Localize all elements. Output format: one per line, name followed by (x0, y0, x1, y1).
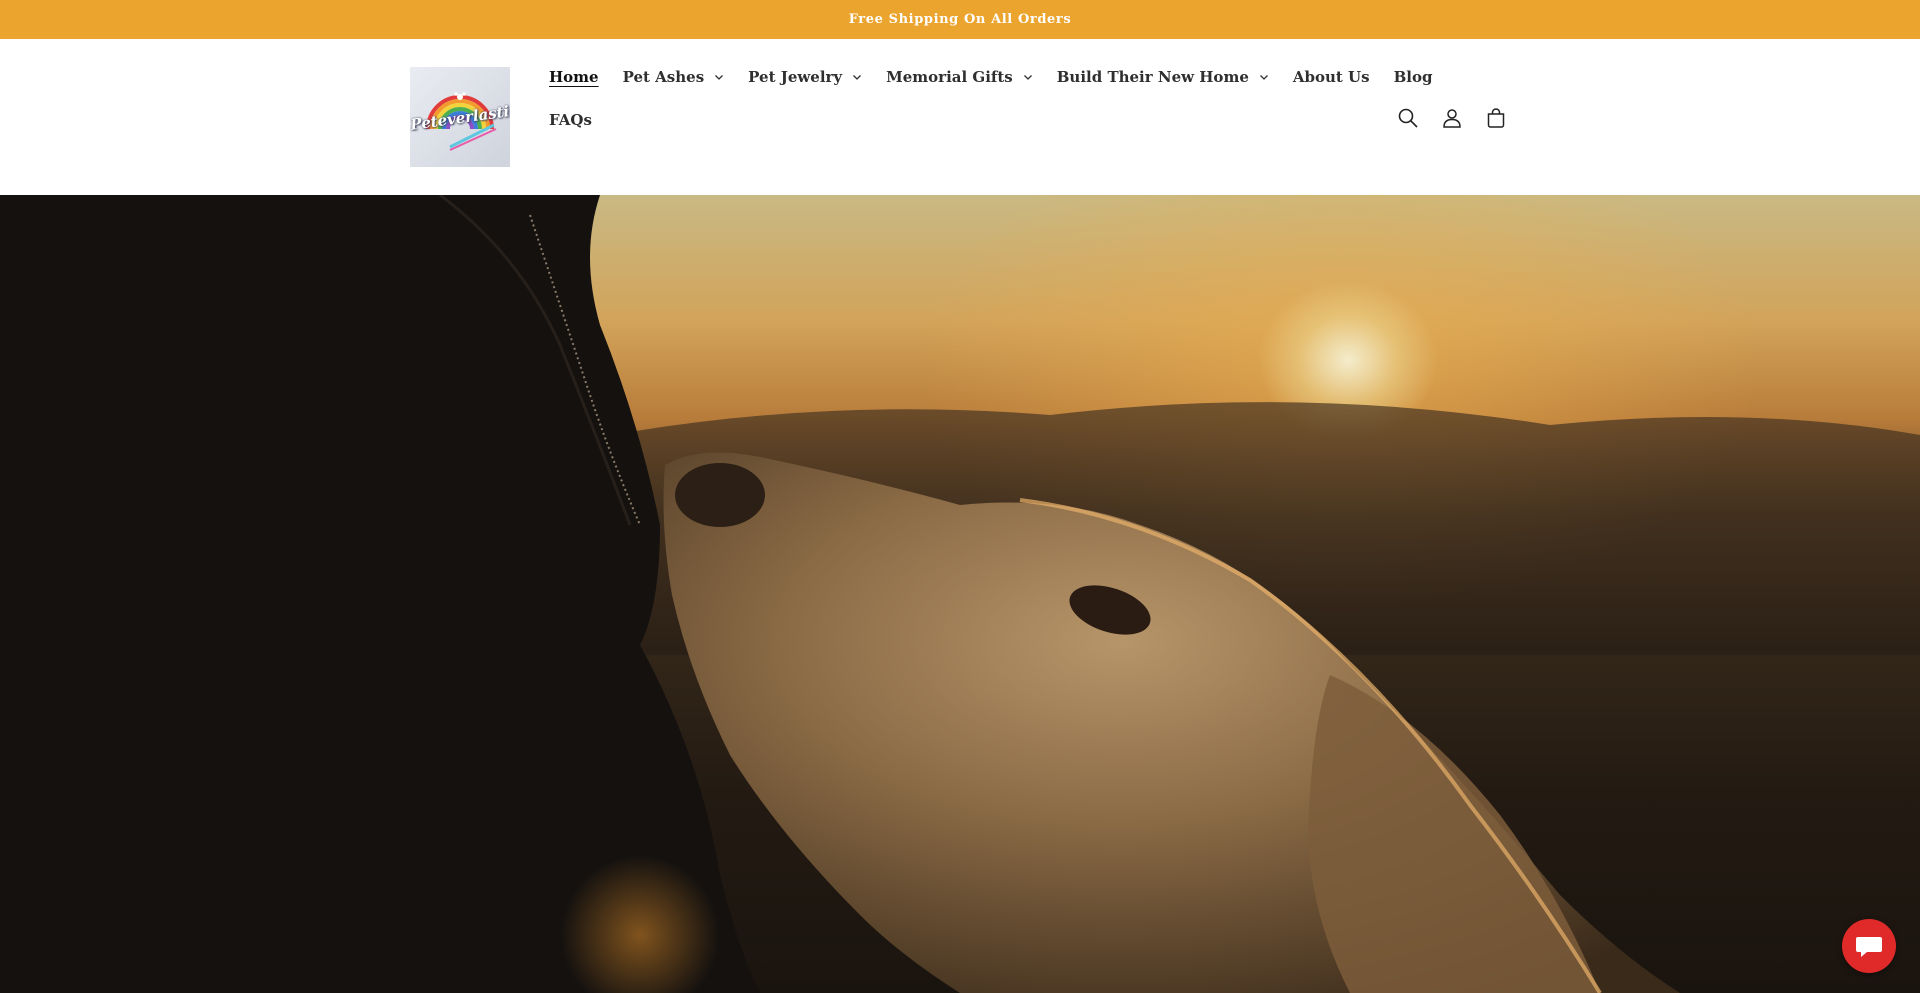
nav-item-pet-jewelry[interactable]: Pet Jewelry (748, 68, 862, 86)
nav-item-label: About Us (1292, 67, 1370, 86)
nav-item-label: Blog (1393, 67, 1433, 86)
nav-item-label: Memorial Gifts (886, 67, 1013, 86)
nav-item-memorial-gifts[interactable]: Memorial Gifts (886, 68, 1033, 86)
site-header: Peteverlasting Home Pet Ashes Pet Jewelr… (0, 39, 1920, 195)
chevron-down-icon (853, 74, 862, 80)
nav-item-label: FAQs (549, 110, 592, 129)
announcement-bar: Free Shipping On All Orders (0, 0, 1920, 39)
main-nav: Home Pet Ashes Pet Jewelry Memorial Gift… (549, 59, 1456, 145)
nav-item-pet-ashes[interactable]: Pet Ashes (623, 68, 725, 86)
hero-image (0, 195, 1920, 993)
nav-item-about-us[interactable]: About Us (1293, 68, 1370, 86)
cart-button[interactable] (1474, 103, 1518, 133)
chevron-down-icon (715, 74, 724, 80)
nav-item-home[interactable]: Home (549, 68, 599, 86)
hero-banner (0, 195, 1920, 993)
nav-row-1: Home Pet Ashes Pet Jewelry Memorial Gift… (549, 59, 1456, 94)
nav-item-label: Home (549, 67, 599, 86)
nav-row-2: FAQs (549, 102, 1456, 137)
search-button[interactable] (1386, 103, 1430, 133)
nav-item-label: Pet Ashes (622, 67, 705, 86)
search-icon (1398, 108, 1418, 128)
nav-item-build-their-new-home[interactable]: Build Their New Home (1057, 68, 1269, 86)
brand-logo[interactable]: Peteverlasting (410, 67, 510, 167)
header-icons (1386, 103, 1518, 133)
account-button[interactable] (1430, 103, 1474, 133)
cart-icon (1487, 108, 1505, 128)
nav-item-faqs[interactable]: FAQs (549, 111, 592, 129)
nav-item-label: Pet Jewelry (748, 67, 843, 86)
chat-bubble-icon (1856, 937, 1882, 957)
nav-item-label: Build Their New Home (1056, 67, 1249, 86)
chevron-down-icon (1023, 74, 1032, 80)
nav-item-blog[interactable]: Blog (1394, 68, 1433, 86)
announcement-text: Free Shipping On All Orders (848, 12, 1072, 27)
chat-button[interactable] (1842, 919, 1896, 973)
account-icon (1443, 109, 1461, 128)
chevron-down-icon (1259, 74, 1268, 80)
